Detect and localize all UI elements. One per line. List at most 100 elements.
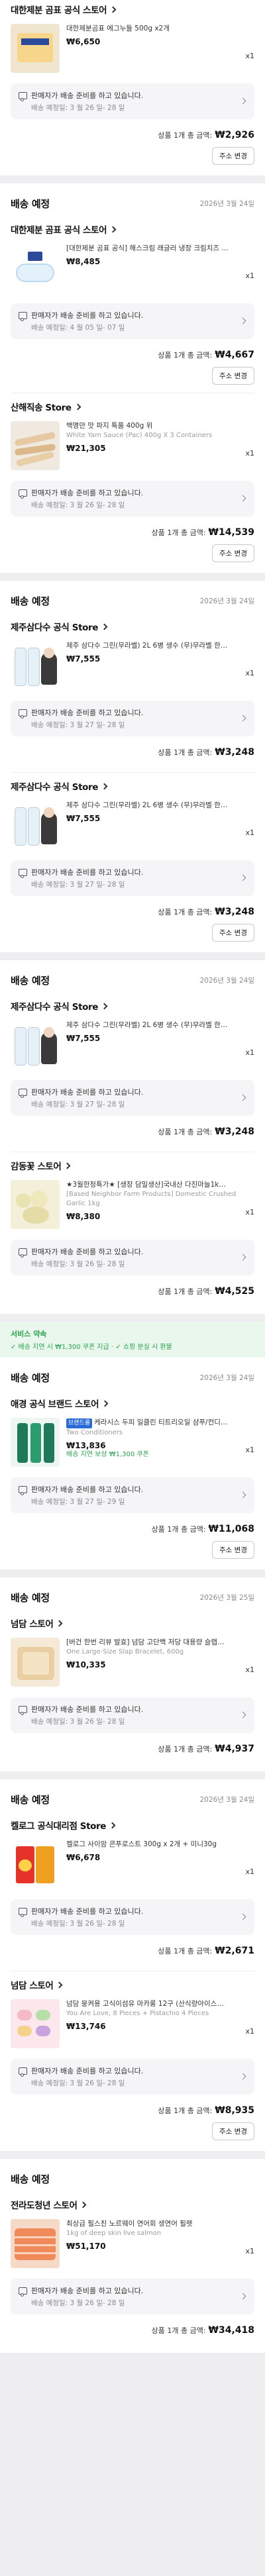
product-translation: You Are Love, 8 Pieces + Pistachio 4 Pie… xyxy=(66,2010,209,2018)
shipment-title: 배송 예정 xyxy=(11,1794,50,1806)
shipping-notice[interactable]: 판매자가 배송 준비를 하고 있습니다. 배송 예정일: 3 월 26 일- 28… xyxy=(11,1240,254,1275)
subtotal-label: 상품 1개 총 금액: xyxy=(158,1947,213,1956)
store-header[interactable]: 대한제분 곰표 공식 스토어 xyxy=(0,216,265,240)
cart-item[interactable]: 백명만 맛 파지 특품 400g 위 White Yam Sauce (Pac)… xyxy=(0,417,265,475)
subtotal-label: 상품 1개 총 금액: xyxy=(158,748,213,757)
change-address-button[interactable]: 주소 변경 xyxy=(212,924,254,942)
product-name: 백명만 맛 파지 특품 400g 위 xyxy=(66,422,153,430)
notice-text: 판매자가 배송 준비를 하고 있습니다. xyxy=(31,1248,144,1256)
shipping-notice[interactable]: 판매자가 배송 준비를 하고 있습니다. 배송 예정일: 3 월 27 일- 28… xyxy=(11,701,254,736)
store-header[interactable]: 산해직송 Store xyxy=(0,393,265,417)
store-header[interactable]: 제주삼다수 공식 Store xyxy=(0,773,265,797)
quantity: x1 xyxy=(245,1867,254,1876)
truck-icon xyxy=(19,1705,27,1715)
store-header[interactable]: 제주삼다수 공식 Store xyxy=(0,613,265,637)
change-address-button[interactable]: 주소 변경 xyxy=(212,544,254,562)
quantity: x1 xyxy=(245,1665,254,1674)
shipping-notice[interactable]: 판매자가 배송 준비를 하고 있습니다. 배송 예정일: 3 월 26 일- 28… xyxy=(11,1899,254,1935)
product-price: ₩21,305 xyxy=(66,444,106,454)
product-image xyxy=(11,801,60,850)
product-name: 최상급 필스친 노르웨이 연어회 생연어 필렛 xyxy=(66,2220,193,2228)
product-image xyxy=(11,1020,60,1069)
eta-text: 배송 예정일: 3 월 27 일- 29 일 xyxy=(31,1498,125,1506)
eta-text: 배송 예정일: 3 월 26 일- 28 일 xyxy=(31,104,125,112)
product-name: 제주 삼다수 그린(무라벨) 2L 6병 생수 (무)무라벨 한… xyxy=(66,801,228,809)
chevron-right-icon xyxy=(101,1003,108,1009)
chevron-right-icon xyxy=(56,1981,63,1988)
truck-icon xyxy=(19,91,27,101)
truck-icon xyxy=(19,1088,27,1098)
shipping-notice[interactable]: 판매자가 배송 준비를 하고 있습니다. 배송 예정일: 3 월 26 일- 28… xyxy=(11,2279,254,2314)
shipping-notice[interactable]: 판매자가 배송 준비를 하고 있습니다. 배송 예정일: 3 월 26 일- 28… xyxy=(11,1697,254,1733)
notice-text: 판매자가 배송 준비를 하고 있습니다. xyxy=(31,489,144,497)
subtotal-label: 상품 1개 총 금액: xyxy=(158,908,213,916)
service-promise-banner[interactable]: 서비스 약속 ✓ 배송 지연 시 ₩1,300 쿠폰 지급 · ✓ 쇼핑 분실 … xyxy=(0,1322,265,1358)
subtotal: 상품 1개 총 금액: ₩34,418 xyxy=(0,2314,265,2342)
subtotal: 상품 1개 총 금액: ₩3,248 xyxy=(0,736,265,764)
shipping-notice[interactable]: 판매자가 배송 준비를 하고 있습니다. 배송 예정일: 3 월 27 일- 29… xyxy=(11,1477,254,1513)
quantity: x1 xyxy=(245,828,254,837)
change-address-button[interactable]: 주소 변경 xyxy=(212,367,254,385)
chevron-right-icon xyxy=(109,1822,116,1828)
store-header[interactable]: 넘담 스토어 xyxy=(0,1971,265,1995)
store-header[interactable]: 켈로그 공식대리점 Store xyxy=(0,1812,265,1836)
quantity: x1 xyxy=(245,272,254,280)
cart-item[interactable]: 켈로그 사이암 콘푸로스트 300g x 2개 + 미니30g ₩6,678 x… xyxy=(0,1836,265,1894)
store-header[interactable]: 대한제분 곰표 공식 스토어 xyxy=(0,0,265,20)
truck-icon xyxy=(19,1248,27,1258)
cart-item[interactable]: [버건 한번 리뷰 발효] 넘담 고단백 저당 대용량 슬랩… One Larg… xyxy=(0,1634,265,1692)
cart-item[interactable]: 제주 삼다수 그린(무라벨) 2L 6병 생수 (무)무라벨 한… ₩7,555… xyxy=(0,1016,265,1075)
change-address-button[interactable]: 주소 변경 xyxy=(212,2122,254,2140)
truck-icon xyxy=(19,2067,27,2077)
store-header[interactable]: 전라도청년 스토어 xyxy=(0,2191,265,2215)
shipment-title: 배송 예정 xyxy=(11,595,50,607)
truck-icon xyxy=(19,868,27,878)
subtotal-label: 상품 1개 총 금액: xyxy=(158,1287,213,1296)
change-address-button[interactable]: 주소 변경 xyxy=(212,1541,254,1559)
quantity: x1 xyxy=(245,669,254,677)
product-name: 대한제분곰표 에그누들 500g x2개 xyxy=(66,25,170,32)
subtotal-value: ₩2,926 xyxy=(215,130,254,140)
product-price: ₩8,380 xyxy=(66,1212,101,1222)
shipping-notice[interactable]: 판매자가 배송 준비를 하고 있습니다. 배송 예정일: 3 월 26 일- 28… xyxy=(11,83,254,119)
subtotal: 상품 1개 총 금액: ₩14,539 xyxy=(0,517,265,544)
notice-text: 판매자가 배송 준비를 하고 있습니다. xyxy=(31,2067,144,2075)
subtotal-value: ₩3,248 xyxy=(215,1126,254,1137)
product-image xyxy=(11,1999,60,2048)
cart-item[interactable]: 최상급 필스친 노르웨이 연어회 생연어 필렛 1kg of deep skin… xyxy=(0,2215,265,2273)
product-name: ★3월한정특가★ [생장 담밀생산]국내산 다진마늘1k… xyxy=(66,1181,226,1189)
truck-icon xyxy=(19,1907,27,1917)
store-name: 제주삼다수 공식 Store xyxy=(11,782,99,793)
cart-item[interactable]: 넘담 뭉켜용 고식이섬유 마카롱 12구 (산식량아이스… You Are Lo… xyxy=(0,1995,265,2054)
product-translation: [Based Neighbor Farm Products] Domestic … xyxy=(66,1191,237,1208)
product-translation: One Large-Size Slap Bracelet, 600g xyxy=(66,1648,184,1656)
store-name: 대한제분 곰표 공식 스토어 xyxy=(11,225,107,236)
subtotal-value: ₩4,525 xyxy=(215,1286,254,1297)
eta-text: 배송 예정일: 3 월 26 일- 28 일 xyxy=(31,1920,125,1928)
cart-item[interactable]: 제주 삼다수 그린(무라벨) 2L 6병 생수 (무)무라벨 한… ₩7,555… xyxy=(0,797,265,855)
store-header[interactable]: 애경 공식 브랜드 스토어 xyxy=(0,1390,265,1414)
shipping-notice[interactable]: 판매자가 배송 준비를 하고 있습니다. 배송 예정일: 3 월 26 일- 28… xyxy=(11,481,254,517)
product-image xyxy=(11,1840,60,1889)
product-image xyxy=(11,1418,60,1467)
shipping-notice[interactable]: 판매자가 배송 준비를 하고 있습니다. 배송 예정일: 3 월 27 일- 28… xyxy=(11,1080,254,1116)
shipment-group: 대한제분 곰표 공식 스토어 대한제분곰표 에그누들 500g x2개 ₩6,6… xyxy=(0,0,265,175)
cart-item[interactable]: 브랜드몰 케라시스 두피 일클린 티트리오일 샴푸/컨디… Two Conditi… xyxy=(0,1414,265,1472)
truck-icon xyxy=(19,2287,27,2297)
shipping-notice[interactable]: 판매자가 배송 준비를 하고 있습니다. 배송 예정일: 3 월 26 일- 28… xyxy=(11,2059,254,2095)
cart-item[interactable]: 제주 삼다수 그린(무라벨) 2L 6병 생수 (무)무라벨 한… ₩7,555… xyxy=(0,637,265,695)
product-name: [대한제분 곰표 공식] 해스크림 래글러 냉장 크림치즈 … xyxy=(66,244,229,252)
truck-icon xyxy=(19,1485,27,1495)
store-header[interactable]: 넘담 스토어 xyxy=(0,1610,265,1634)
cart-item[interactable]: [대한제분 곰표 공식] 해스크림 래글러 냉장 크림치즈 … ₩8,485 x… xyxy=(0,240,265,298)
shipping-notice[interactable]: 판매자가 배송 준비를 하고 있습니다. 배송 예정일: 3 월 27 일- 28… xyxy=(11,860,254,896)
cart-item[interactable]: 대한제분곰표 에그누들 500g x2개 ₩6,650 x1 xyxy=(0,20,265,78)
shipping-notice[interactable]: 판매자가 배송 준비를 하고 있습니다. 배송 예정일: 4 월 05 일- 07… xyxy=(11,303,254,339)
store-name: 애경 공식 브랜드 스토어 xyxy=(11,1399,99,1410)
notice-text: 판매자가 배송 준비를 하고 있습니다. xyxy=(31,1088,144,1097)
change-address-button[interactable]: 주소 변경 xyxy=(212,147,254,165)
shipment-group: 배송 예정 2026년 3월 24일 제주삼다수 공식 Store 제주 삼다수 … xyxy=(0,581,265,952)
store-header[interactable]: 제주삼다수 공식 Store xyxy=(0,993,265,1016)
store-header[interactable]: 감동꽃 스토어 xyxy=(0,1152,265,1176)
cart-item[interactable]: ★3월한정특가★ [생장 담밀생산]국내산 다진마늘1k… [Based Nei… xyxy=(0,1176,265,1234)
